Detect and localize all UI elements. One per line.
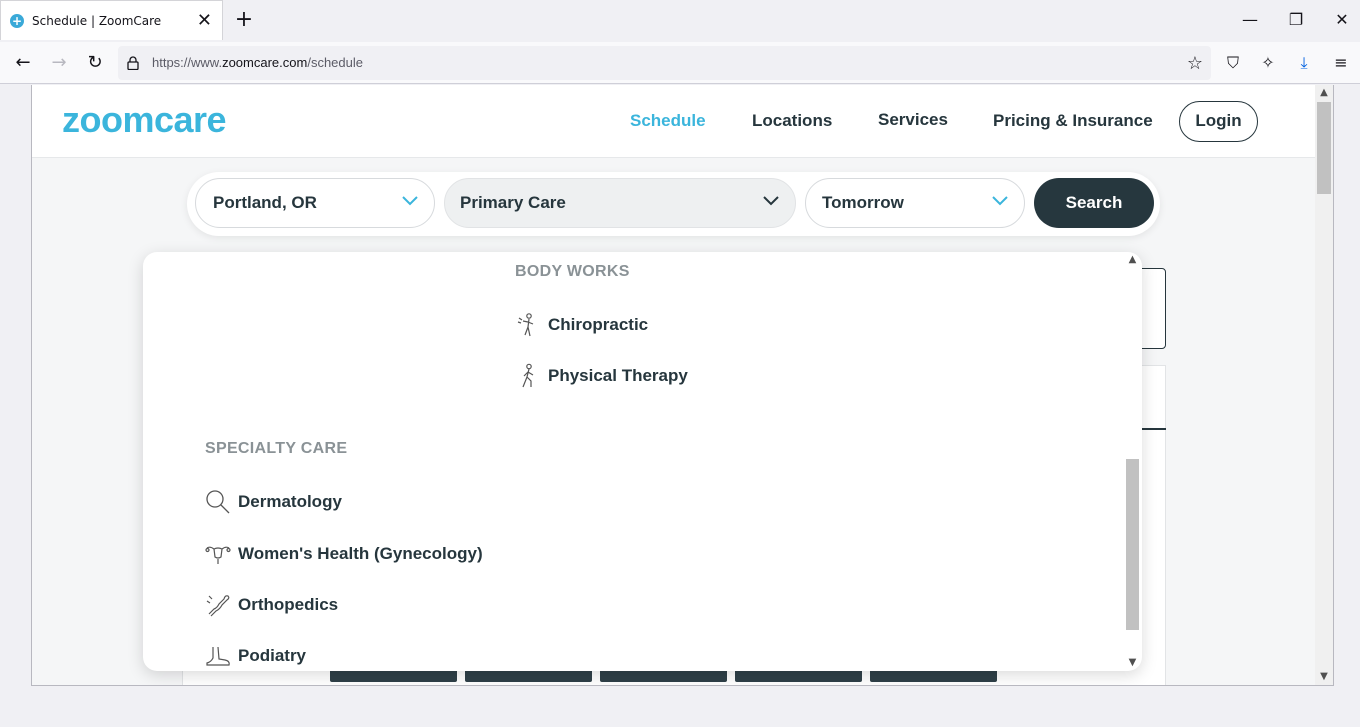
service-dropdown-menu: BODY WORKS Chiropractic Physical Therapy…: [143, 252, 1142, 671]
dropdown-scrollbar[interactable]: ▲ ▼: [1124, 252, 1141, 671]
shield-icon[interactable]: ⛉: [1221, 51, 1245, 75]
tab-bar: + Schedule | ZoomCare ✕ + — ❐ ✕: [0, 0, 1360, 42]
option-physical-therapy[interactable]: Physical Therapy: [515, 361, 688, 391]
group-title-specialty-care: SPECIALTY CARE: [205, 440, 348, 457]
option-podiatry[interactable]: Podiatry: [205, 641, 306, 671]
option-label: Podiatry: [238, 646, 307, 665]
magnifier-icon: [205, 489, 231, 515]
address-bar[interactable]: https://www.zoomcare.com/schedule ☆: [118, 46, 1211, 80]
group-title-body-works: BODY WORKS: [515, 263, 630, 280]
lock-icon: [127, 56, 139, 70]
schedule-search-bar: Portland, OR Primary Care Tomorrow Searc…: [187, 172, 1160, 236]
browser-tab[interactable]: + Schedule | ZoomCare ✕: [0, 0, 223, 40]
page-viewport: zoomcare Schedule Locations Services Pri…: [31, 85, 1334, 686]
zoomcare-favicon-icon: +: [10, 13, 24, 28]
nav-pricing-insurance[interactable]: Pricing & Insurance: [993, 111, 1153, 131]
forward-icon[interactable]: →: [47, 51, 71, 75]
date-select[interactable]: Tomorrow: [805, 178, 1025, 228]
chevron-down-icon: [992, 196, 1008, 206]
chevron-down-icon: [763, 196, 779, 206]
option-label: Physical Therapy: [548, 366, 688, 385]
minimize-icon[interactable]: —: [1238, 9, 1262, 31]
option-orthopedics[interactable]: Orthopedics: [205, 590, 338, 620]
service-select[interactable]: Primary Care: [444, 178, 796, 228]
option-womens-health[interactable]: Women's Health (Gynecology): [205, 539, 483, 569]
scroll-up-icon[interactable]: ▲: [1315, 85, 1333, 101]
nav-locations[interactable]: Locations: [752, 111, 832, 131]
option-label: Women's Health (Gynecology): [238, 544, 483, 563]
option-label: Chiropractic: [548, 315, 649, 334]
foot-icon: [205, 643, 231, 669]
back-icon[interactable]: ←: [11, 51, 35, 75]
scroll-down-icon[interactable]: ▼: [1315, 669, 1333, 685]
extensions-icon[interactable]: ✧: [1256, 51, 1280, 75]
page-scrollbar[interactable]: ▲ ▼: [1315, 85, 1333, 685]
scrollbar-thumb[interactable]: [1317, 102, 1331, 194]
tab-title: Schedule | ZoomCare: [32, 13, 162, 28]
reload-icon[interactable]: ↻: [83, 51, 107, 75]
physical-therapy-icon: [515, 363, 541, 389]
site-header: zoomcare Schedule Locations Services Pri…: [32, 85, 1315, 158]
option-label: Dermatology: [238, 492, 342, 511]
new-tab-icon[interactable]: +: [233, 8, 255, 32]
option-label: Orthopedics: [238, 595, 339, 614]
uterus-icon: [205, 541, 231, 567]
bone-icon: [205, 592, 231, 618]
menu-icon[interactable]: ≡: [1329, 51, 1353, 75]
close-tab-icon[interactable]: ✕: [197, 11, 212, 31]
login-button[interactable]: Login: [1179, 101, 1258, 142]
navigation-toolbar: ← → ↻ https://www.zoomcare.com/schedule …: [0, 42, 1360, 84]
service-value: Primary Care: [460, 193, 566, 212]
close-window-icon[interactable]: ✕: [1330, 9, 1354, 31]
scroll-down-icon[interactable]: ▼: [1124, 655, 1141, 671]
scrollbar-thumb[interactable]: [1126, 459, 1139, 630]
url-text: https://www.zoomcare.com/schedule: [152, 55, 363, 70]
search-button[interactable]: Search: [1034, 178, 1154, 228]
location-value: Portland, OR: [213, 193, 317, 212]
chevron-down-icon: [402, 196, 418, 206]
option-dermatology[interactable]: Dermatology: [205, 487, 342, 517]
location-select[interactable]: Portland, OR: [195, 178, 435, 228]
zoomcare-logo[interactable]: zoomcare: [62, 99, 227, 141]
date-value: Tomorrow: [822, 193, 904, 212]
bookmark-star-icon[interactable]: ☆: [1187, 53, 1203, 74]
chiropractic-icon: [515, 312, 541, 338]
option-chiropractic[interactable]: Chiropractic: [515, 310, 648, 340]
scroll-up-icon[interactable]: ▲: [1124, 252, 1141, 268]
download-icon[interactable]: ⤓: [1292, 51, 1316, 75]
nav-services[interactable]: Services: [878, 110, 948, 130]
restore-icon[interactable]: ❐: [1284, 9, 1308, 31]
nav-schedule[interactable]: Schedule: [630, 111, 706, 131]
